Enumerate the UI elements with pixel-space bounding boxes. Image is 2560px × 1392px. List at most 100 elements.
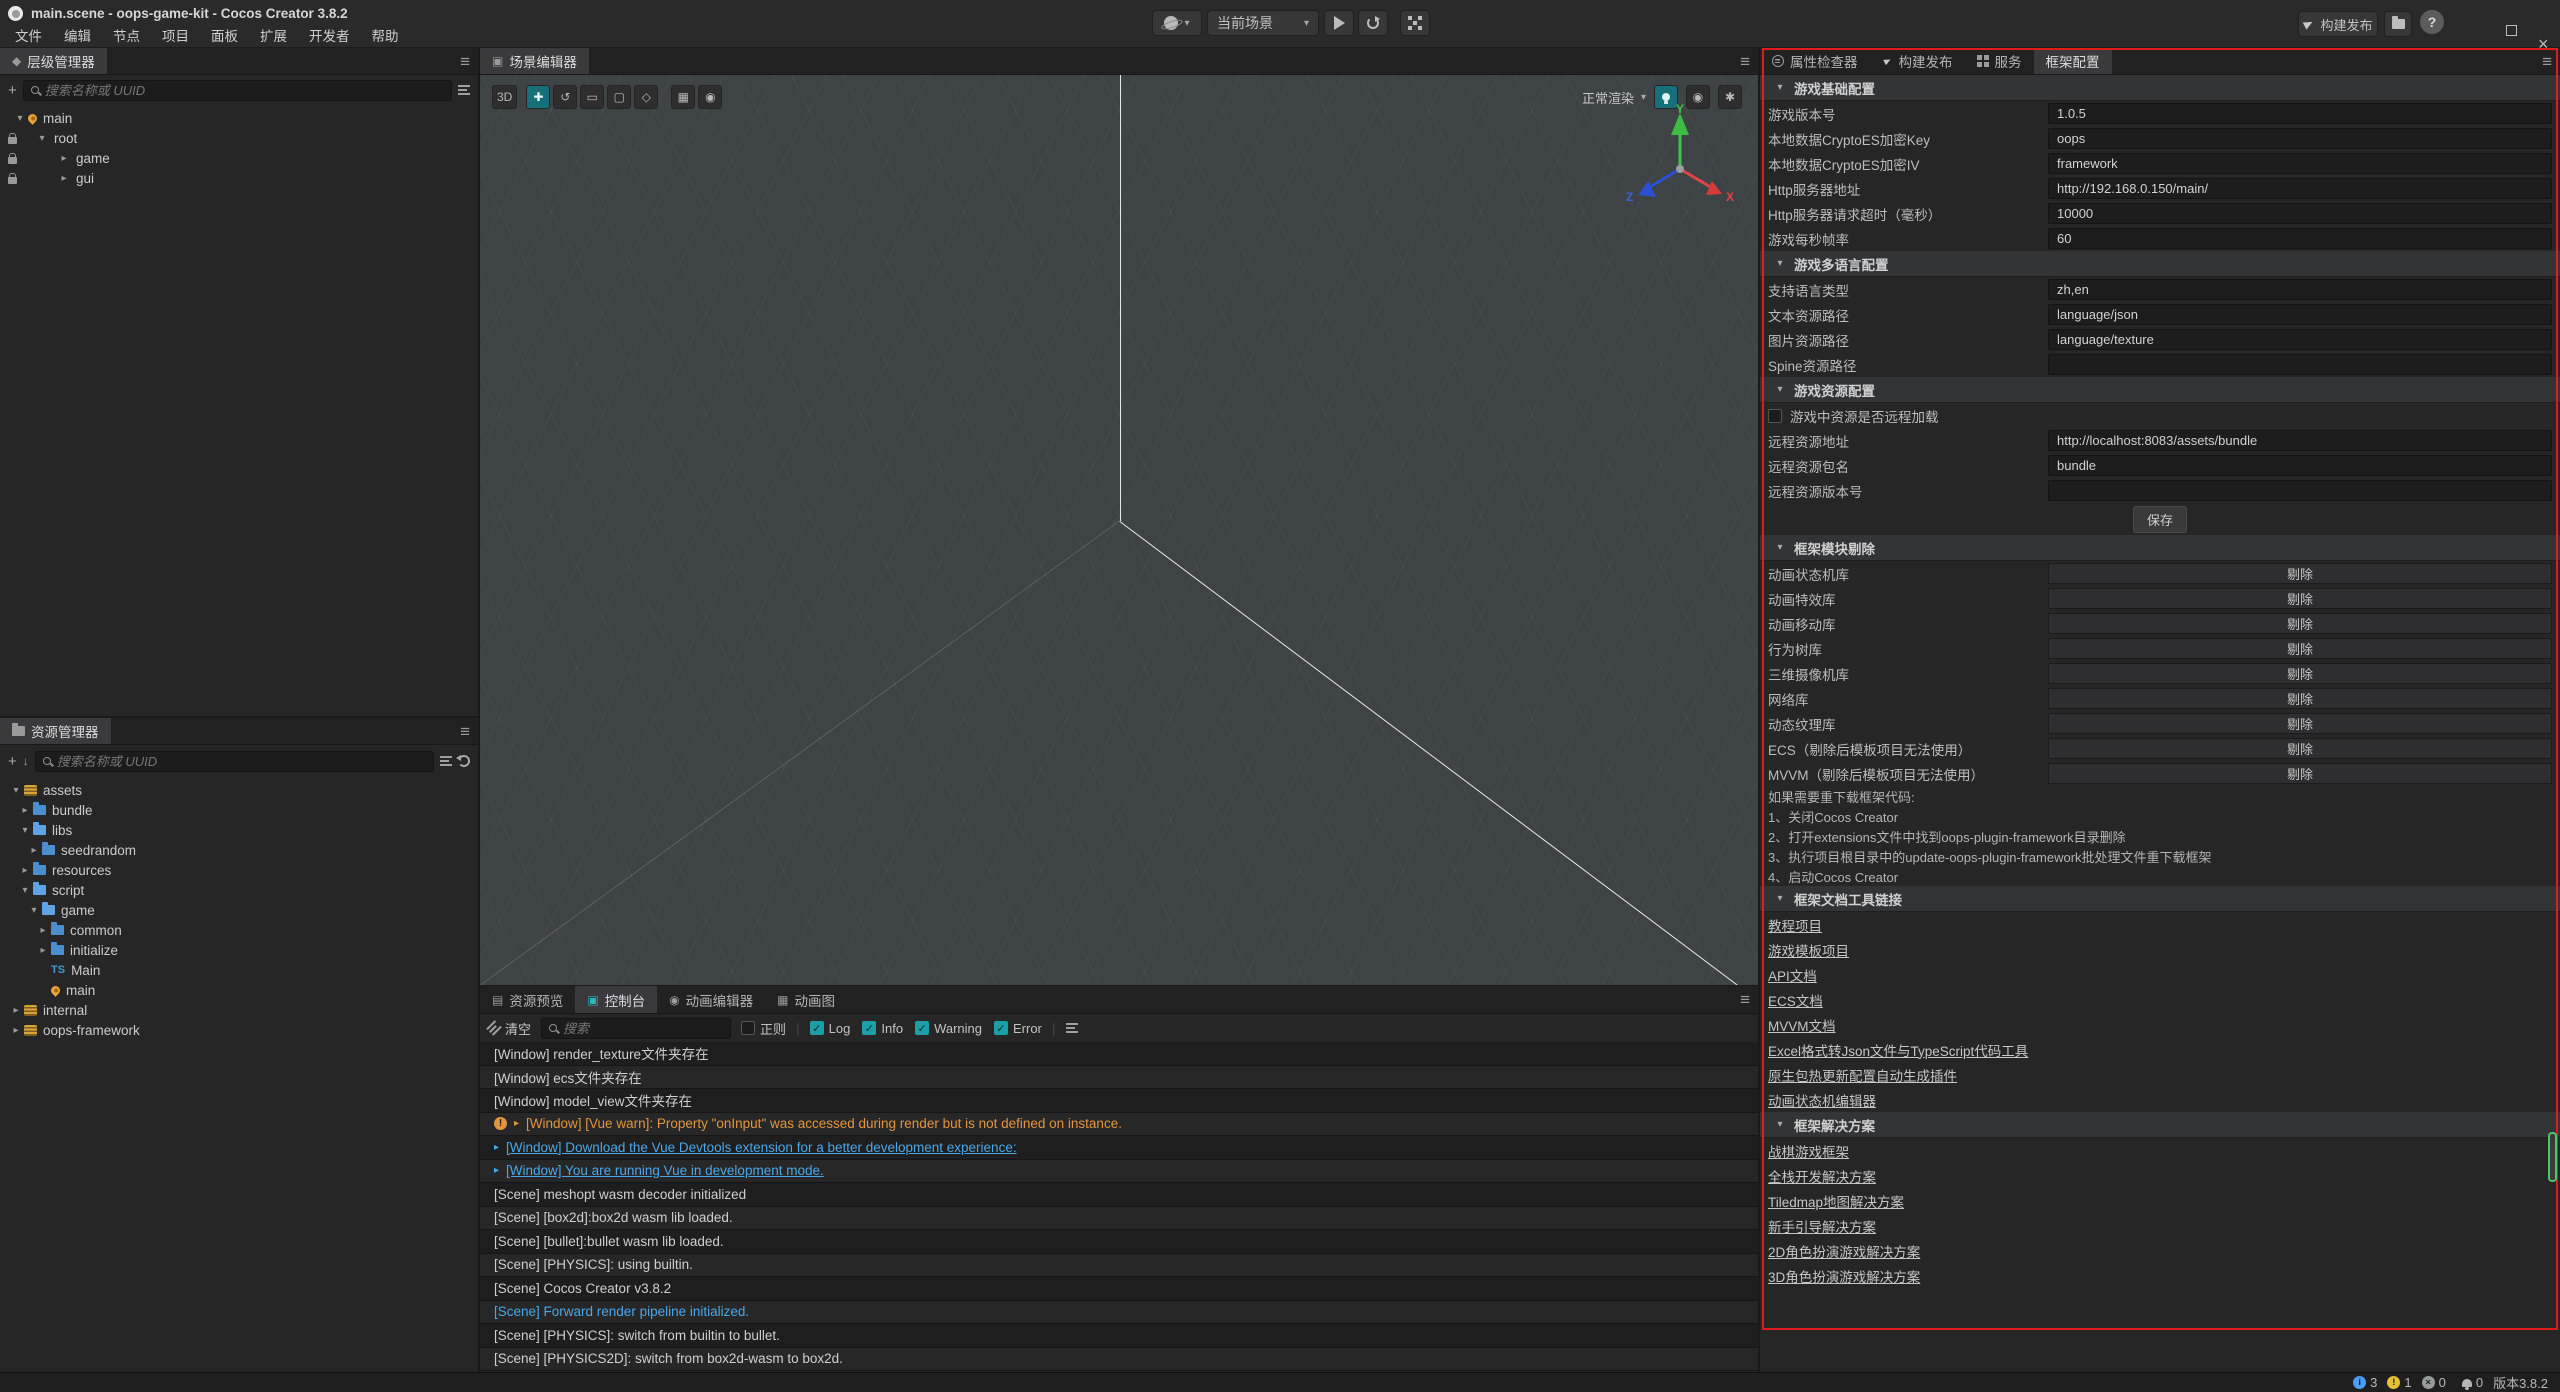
field-input[interactable]	[2049, 458, 2551, 473]
panel-menu-icon[interactable]: ≡	[460, 722, 470, 742]
lock-icon[interactable]	[8, 177, 17, 184]
checkbox-icon[interactable]	[1768, 409, 1782, 423]
section-header-框架文档工具链接[interactable]: ▾框架文档工具链接	[1760, 886, 2560, 912]
field-input[interactable]	[2049, 332, 2551, 347]
open-project-folder-button[interactable]	[2384, 11, 2412, 37]
console-search[interactable]	[541, 1018, 731, 1039]
tree-node-gui[interactable]: ▸gui	[0, 168, 478, 188]
info-count[interactable]: i 3	[2353, 1375, 2377, 1390]
field-input[interactable]	[2049, 282, 2551, 297]
section-header-框架模块剔除[interactable]: ▾框架模块剔除	[1760, 535, 2560, 561]
transform-tool-button[interactable]: ◇	[634, 85, 658, 109]
panel-menu-icon[interactable]: ≡	[1740, 52, 1750, 72]
log-row[interactable]: [Scene] [PHYSICS]: using builtin.	[480, 1254, 1758, 1278]
remove-button[interactable]: 剔除	[2048, 663, 2552, 684]
minimize-button[interactable]	[2474, 16, 2488, 30]
expand-icon[interactable]: ▸	[494, 1142, 499, 1153]
link-动画状态机编辑器[interactable]: 动画状态机编辑器	[1768, 1090, 1876, 1110]
link-MVVM文档[interactable]: MVVM文档	[1768, 1015, 1836, 1035]
regex-checkbox[interactable]: 正则	[741, 1019, 786, 1038]
log-row[interactable]: [Scene] Forward render pipeline initiali…	[480, 1301, 1758, 1325]
filter-log[interactable]: ✓Log	[810, 1021, 851, 1036]
create-asset-button[interactable]: +	[8, 754, 17, 769]
panel-menu-icon[interactable]: ≡	[460, 52, 470, 72]
hierarchy-search[interactable]	[23, 80, 452, 101]
remove-button[interactable]: 剔除	[2048, 713, 2552, 734]
warning-count[interactable]: ! 1	[2387, 1375, 2411, 1390]
filter-error[interactable]: ✓Error	[994, 1021, 1042, 1036]
tab-框架配置[interactable]: 框架配置	[2034, 48, 2112, 74]
filter-icon[interactable]	[440, 756, 452, 766]
tree-node-assets[interactable]: ▾assets	[0, 780, 478, 800]
menu-编辑[interactable]: 编辑	[53, 26, 102, 48]
filter-warning[interactable]: ✓Warning	[915, 1021, 982, 1036]
link-游戏模板项目[interactable]: 游戏模板项目	[1768, 940, 1849, 960]
log-row[interactable]: [Scene] meshopt wasm decoder initialized	[480, 1183, 1758, 1207]
menu-面板[interactable]: 面板	[200, 26, 249, 48]
tab-动画编辑器[interactable]: ◉动画编辑器	[657, 986, 765, 1013]
remove-button[interactable]: 剔除	[2048, 638, 2552, 659]
notification-count[interactable]: 0	[2462, 1375, 2483, 1390]
tab-属性检查器[interactable]: 属性检查器	[1760, 48, 1870, 74]
expand-arrow[interactable]: ▸	[19, 865, 31, 876]
expand-arrow[interactable]: ▾	[10, 785, 22, 796]
tab-动画图[interactable]: ▦动画图	[765, 986, 847, 1013]
assets-search[interactable]	[35, 751, 434, 772]
expand-arrow[interactable]: ▸	[28, 845, 40, 856]
menu-文件[interactable]: 文件	[4, 26, 53, 48]
section-header-游戏资源配置[interactable]: ▾游戏资源配置	[1760, 377, 2560, 403]
tree-node-game[interactable]: ▾game	[0, 900, 478, 920]
clear-console-button[interactable]: 清空	[488, 1019, 531, 1038]
tab-资源预览[interactable]: ▤资源预览	[480, 986, 575, 1013]
log-row[interactable]: [Scene] [bullet]:bullet wasm lib loaded.	[480, 1230, 1758, 1254]
scene-viewport[interactable]: 3D ✚ ↺ ▭ ▢ ◇ ▦ ◉ 正常渲染 ▾ ◉ ✱ Y X	[480, 75, 1758, 985]
snap-tool-button[interactable]: ▦	[671, 85, 695, 109]
tree-node-script[interactable]: ▾script	[0, 880, 478, 900]
field-input[interactable]	[2049, 483, 2551, 498]
log-row[interactable]: ▸[Window] Download the Vue Devtools exte…	[480, 1136, 1758, 1160]
tab-assets[interactable]: 资源管理器	[0, 718, 111, 744]
link-教程项目[interactable]: 教程项目	[1768, 915, 1822, 935]
log-row[interactable]: [Window] render_texture文件夹存在	[480, 1042, 1758, 1066]
help-button[interactable]: ?	[2420, 10, 2444, 34]
save-button[interactable]: 保存	[2133, 506, 2187, 533]
menu-开发者[interactable]: 开发者	[298, 26, 361, 48]
field-input[interactable]	[2049, 433, 2551, 448]
log-row[interactable]: [Scene] [box2d]:box2d wasm lib loaded.	[480, 1207, 1758, 1231]
menu-帮助[interactable]: 帮助	[361, 26, 410, 48]
expand-icon[interactable]: ▸	[494, 1165, 499, 1176]
expand-arrow[interactable]: ▾	[36, 133, 48, 144]
expand-arrow[interactable]: ▸	[10, 1005, 22, 1016]
create-node-button[interactable]: +	[8, 83, 17, 98]
tree-node-seedrandom[interactable]: ▸seedrandom	[0, 840, 478, 860]
tree-node-bundle[interactable]: ▸bundle	[0, 800, 478, 820]
link-API文档[interactable]: API文档	[1768, 965, 1817, 985]
section-header-框架解决方案[interactable]: ▾框架解决方案	[1760, 1112, 2560, 1138]
tree-node-libs[interactable]: ▾libs	[0, 820, 478, 840]
remove-button[interactable]: 剔除	[2048, 613, 2552, 634]
remove-button[interactable]: 剔除	[2048, 763, 2552, 784]
log-row[interactable]: [Scene] Cocos Creator v3.8.2	[480, 1277, 1758, 1301]
expand-arrow[interactable]: ▾	[14, 113, 26, 124]
link-战棋游戏框架[interactable]: 战棋游戏框架	[1768, 1141, 1849, 1161]
expand-arrow[interactable]: ▸	[58, 173, 70, 184]
field-input[interactable]	[2049, 231, 2551, 246]
rotate-tool-button[interactable]: ↺	[553, 85, 577, 109]
preview-grid-button[interactable]	[1400, 10, 1430, 36]
lock-icon[interactable]	[8, 137, 17, 144]
sort-assets-button[interactable]: ↓	[23, 755, 29, 767]
link-3D角色扮演游戏解决方案[interactable]: 3D角色扮演游戏解决方案	[1768, 1266, 1920, 1286]
maximize-button[interactable]	[2506, 25, 2520, 39]
collapse-arrow[interactable]: ▾	[1774, 82, 1786, 93]
tab-服务[interactable]: 服务	[1965, 48, 2034, 74]
field-input[interactable]	[2049, 181, 2551, 196]
collapse-logs-icon[interactable]	[1066, 1023, 1078, 1033]
expand-arrow[interactable]: ▸	[58, 153, 70, 164]
error-count[interactable]: × 0	[2422, 1375, 2446, 1390]
tree-node-common[interactable]: ▸common	[0, 920, 478, 940]
expand-arrow[interactable]: ▾	[19, 825, 31, 836]
expand-icon[interactable]: ▸	[514, 1118, 519, 1129]
tab-hierarchy[interactable]: ◆ 层级管理器	[0, 48, 107, 74]
remove-button[interactable]: 剔除	[2048, 688, 2552, 709]
collapse-arrow[interactable]: ▾	[1774, 384, 1786, 395]
